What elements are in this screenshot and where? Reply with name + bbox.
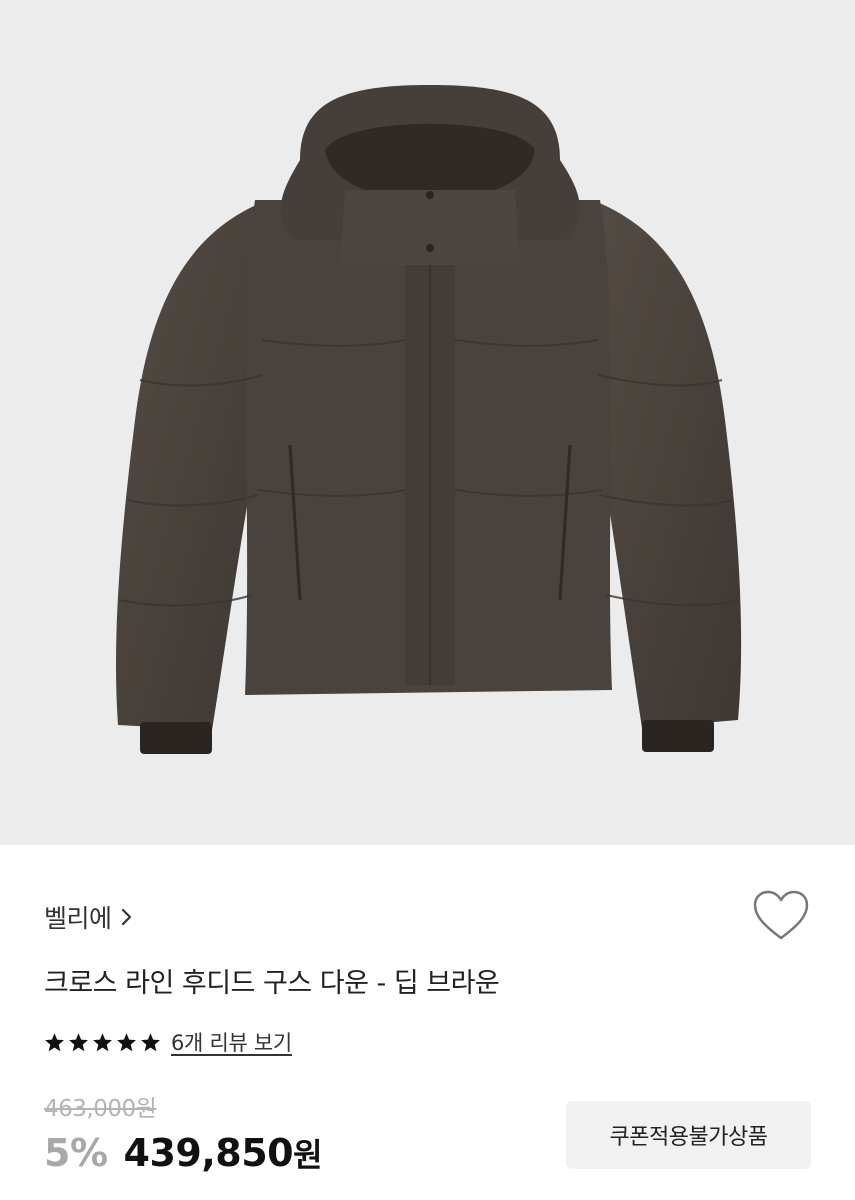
- sale-price: 439,850: [123, 1131, 294, 1175]
- brand-name: 벨리에: [44, 904, 112, 933]
- rating-row: 6개 리뷰 보기: [44, 1027, 292, 1057]
- coupon-unavailable-badge: 쿠폰적용불가상품: [566, 1101, 811, 1169]
- currency-unit: 원: [293, 1136, 323, 1174]
- star-icon: [69, 1032, 88, 1051]
- product-info-panel: 벨리에 크로스 라인 후디드 구스 다운 - 딥 브라운 6개 리뷰 보기 46…: [0, 845, 855, 1200]
- star-icon: [117, 1032, 136, 1051]
- product-title: 크로스 라인 후디드 구스 다운 - 딥 브라운: [44, 968, 500, 999]
- star-icon: [93, 1032, 112, 1051]
- brand-link[interactable]: 벨리에: [44, 899, 134, 935]
- discount-rate: 5%: [44, 1131, 108, 1175]
- original-price: 463,000원: [44, 1096, 157, 1122]
- star-rating: [44, 1032, 161, 1053]
- down-jacket-illustration: [115, 85, 742, 754]
- star-icon: [141, 1032, 160, 1051]
- chevron-right-icon: [121, 908, 131, 926]
- product-image[interactable]: [0, 0, 855, 845]
- star-icon: [45, 1032, 64, 1051]
- heart-outline-icon[interactable]: [752, 889, 810, 943]
- review-link[interactable]: 6개 리뷰 보기: [171, 1027, 292, 1057]
- price-row: 5% 439,850 원: [44, 1130, 323, 1176]
